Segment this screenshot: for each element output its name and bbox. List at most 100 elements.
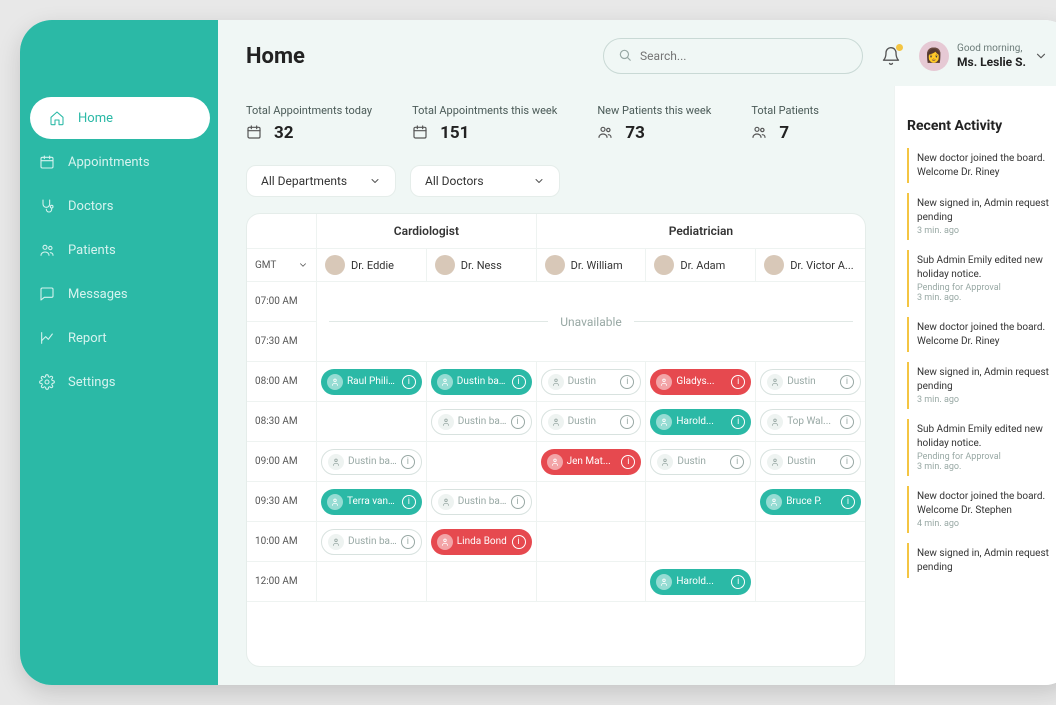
schedule-slot[interactable]: [427, 562, 537, 601]
appointment-chip[interactable]: Dustin i: [541, 409, 642, 435]
appointment-chip[interactable]: Harold... i: [650, 569, 751, 595]
schedule-slot[interactable]: Jen Mat... i: [537, 442, 647, 481]
schedule-slot[interactable]: Dustin i: [756, 362, 865, 401]
info-icon: i: [730, 455, 744, 469]
schedule-slot[interactable]: Bruce P. i: [756, 482, 865, 521]
appointment-chip[interactable]: Gladys... i: [650, 369, 751, 395]
doctor-filter[interactable]: All Doctors: [410, 165, 560, 197]
doctor-column-header[interactable]: Dr. Adam: [646, 249, 756, 281]
notifications-button[interactable]: [881, 46, 901, 66]
appointment-chip[interactable]: Linda Bond i: [431, 529, 532, 555]
timezone-label: GMT: [255, 260, 276, 271]
schedule-slot[interactable]: Gladys... i: [646, 362, 756, 401]
appointment-chip[interactable]: Dustin i: [650, 449, 751, 475]
sidebar-item-patients[interactable]: Patients: [20, 229, 210, 271]
sidebar-item-report[interactable]: Report: [20, 317, 210, 359]
doctor-name: Dr. Ness: [461, 259, 502, 272]
sidebar-item-appointments[interactable]: Appointments: [20, 141, 210, 183]
content-row: Total Appointments today 32 Total Appoin…: [218, 86, 1056, 685]
schedule-slot[interactable]: Harold... i: [646, 562, 756, 601]
schedule-slot[interactable]: [756, 522, 865, 561]
activity-item[interactable]: New signed in, Admin request pending3 mi…: [907, 362, 1056, 409]
time-label: 08:30 AM: [247, 402, 317, 441]
appointment-patient-name: Dustin: [787, 456, 836, 467]
schedule-slot[interactable]: [646, 522, 756, 561]
doctor-column-header[interactable]: Dr. Victor A...: [756, 249, 865, 281]
appointment-chip[interactable]: Harold... i: [650, 409, 751, 435]
doctor-column-header[interactable]: Dr. Eddie: [317, 249, 427, 281]
appointment-chip[interactable]: Dustin bailey i: [431, 369, 532, 395]
appointment-chip[interactable]: Terra vankle... i: [321, 489, 422, 515]
schedule-slot[interactable]: Linda Bond i: [427, 522, 537, 561]
schedule-slot[interactable]: Dustin i: [537, 362, 647, 401]
activity-item[interactable]: New doctor joined the board. Welcome Dr.…: [907, 486, 1056, 533]
doctor-column-header[interactable]: Dr. Ness: [427, 249, 537, 281]
sidebar-item-messages[interactable]: Messages: [20, 273, 210, 315]
appointment-chip[interactable]: Raul Philips i: [321, 369, 422, 395]
appointment-patient-name: Dustin bailey: [458, 416, 507, 427]
appointment-patient-name: Top Wal...: [787, 416, 836, 427]
schedule-slot[interactable]: [537, 522, 647, 561]
user-name: Ms. Leslie S.: [957, 55, 1026, 69]
schedule-slot[interactable]: Dustin bailey i: [317, 522, 427, 561]
appointment-chip[interactable]: Dustin bailey i: [321, 529, 422, 555]
schedule-slot[interactable]: Terra vankle... i: [317, 482, 427, 521]
page-title: Home: [246, 44, 305, 69]
schedule-slot[interactable]: Dustin bailey i: [427, 402, 537, 441]
appointment-chip[interactable]: Bruce P. i: [760, 489, 861, 515]
activity-item[interactable]: New doctor joined the board. Welcome Dr.…: [907, 317, 1056, 352]
patient-avatar-icon: [656, 374, 672, 390]
doctor-column-header[interactable]: Dr. William: [537, 249, 647, 281]
activity-item[interactable]: New signed in, Admin request pending3 mi…: [907, 193, 1056, 240]
schedule-slot[interactable]: [537, 482, 647, 521]
schedule-slot[interactable]: [317, 402, 427, 441]
unavailable-label: Unavailable: [317, 282, 865, 361]
sidebar-item-settings[interactable]: Settings: [20, 361, 210, 403]
patient-avatar-icon: [438, 494, 454, 510]
schedule-slot[interactable]: Dustin bailey i: [317, 442, 427, 481]
schedule-slot[interactable]: [427, 442, 537, 481]
activity-item[interactable]: New doctor joined the board. Welcome Dr.…: [907, 148, 1056, 183]
schedule-slot[interactable]: Raul Philips i: [317, 362, 427, 401]
app-frame: HomeAppointmentsDoctorsPatientsMessagesR…: [20, 20, 1056, 685]
schedule-slot[interactable]: [646, 482, 756, 521]
appointment-chip[interactable]: Dustin bailey i: [431, 409, 532, 435]
appointment-chip[interactable]: Dustin i: [541, 369, 642, 395]
department-filter[interactable]: All Departments: [246, 165, 396, 197]
activity-item[interactable]: New signed in, Admin request pending: [907, 543, 1056, 578]
search-input[interactable]: [640, 49, 848, 63]
activity-text: New doctor joined the board. Welcome Dr.…: [917, 490, 1056, 517]
appointment-chip[interactable]: Dustin bailey i: [321, 449, 422, 475]
schedule-slot[interactable]: [317, 562, 427, 601]
schedule-slot[interactable]: [756, 562, 865, 601]
sidebar-item-doctors[interactable]: Doctors: [20, 185, 210, 227]
schedule-body[interactable]: 07:00 AM07:30 AMUnavailable08:00 AM Raul…: [247, 282, 865, 666]
sidebar-item-home[interactable]: Home: [30, 97, 210, 139]
appointment-patient-name: Dustin bailey: [458, 496, 507, 507]
schedule-slot[interactable]: Dustin i: [537, 402, 647, 441]
schedule-slot[interactable]: Dustin i: [756, 442, 865, 481]
appointment-chip[interactable]: Dustin i: [760, 369, 861, 395]
filters-row: All Departments All Doctors: [246, 165, 866, 197]
appointment-chip[interactable]: Top Wal... i: [760, 409, 861, 435]
appointment-chip[interactable]: Jen Mat... i: [541, 449, 642, 475]
activity-item[interactable]: Sub Admin Emily edited new holiday notic…: [907, 419, 1056, 476]
search-box[interactable]: [603, 38, 863, 74]
schedule-slot[interactable]: Dustin i: [646, 442, 756, 481]
schedule-slot[interactable]: Dustin bailey i: [427, 362, 537, 401]
appointment-chip[interactable]: Dustin i: [760, 449, 861, 475]
activity-item[interactable]: Sub Admin Emily edited new holiday notic…: [907, 250, 1056, 307]
patient-avatar-icon: [767, 414, 783, 430]
timezone-selector[interactable]: GMT: [247, 249, 317, 281]
schedule-slot[interactable]: [537, 562, 647, 601]
schedule-row: 10:00 AM Dustin bailey i Linda Bond i: [247, 522, 865, 562]
chart-icon: [38, 329, 56, 347]
user-menu[interactable]: 👩 Good morning, Ms. Leslie S.: [919, 41, 1048, 71]
schedule-slot[interactable]: Top Wal... i: [756, 402, 865, 441]
schedule-row: 12:00 AM Harold... i: [247, 562, 865, 602]
appointment-chip[interactable]: Dustin bailey i: [431, 489, 532, 515]
schedule-slot[interactable]: Harold... i: [646, 402, 756, 441]
appointment-patient-name: Bruce P.: [786, 496, 837, 507]
appointment-patient-name: Harold...: [676, 576, 727, 587]
schedule-slot[interactable]: Dustin bailey i: [427, 482, 537, 521]
